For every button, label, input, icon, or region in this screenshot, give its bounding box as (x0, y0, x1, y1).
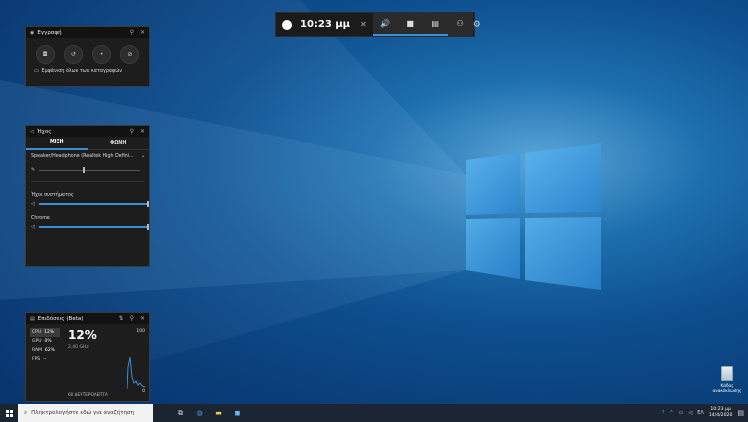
xbox-icon[interactable] (282, 19, 292, 30)
file-explorer-icon[interactable]: ▬ (209, 404, 228, 422)
clock[interactable]: 10:23 μμ 14/4/2020 (709, 407, 733, 419)
edge-icon[interactable]: ◍ (190, 404, 209, 422)
slider-thumb[interactable] (147, 201, 149, 207)
graph-min-label: 0 (142, 389, 145, 394)
capture-icon[interactable]: ■ (397, 13, 423, 36)
gallery-icon: ▭ (34, 69, 39, 74)
cpu-frequency: 2,40 GHz (68, 345, 89, 350)
clock-date: 14/4/2020 (708, 413, 733, 418)
widget-title: Ήχος (36, 128, 52, 135)
pin-icon[interactable]: ⚲ (130, 315, 134, 322)
capture-icon: ◉ (30, 29, 35, 36)
close-widgets-icon[interactable]: ✕ (360, 20, 367, 29)
metric-gpu[interactable]: GPU 0% (30, 337, 60, 346)
chevron-down-icon: ⌄ (140, 154, 145, 159)
windows-icon (5, 409, 13, 417)
close-icon[interactable]: ✕ (140, 315, 145, 322)
record-last-button[interactable]: ↺ (63, 45, 83, 64)
store-icon[interactable]: ◼ (228, 404, 247, 422)
performance-widget: ▤ Επιδόσεις (Beta) ⇅ ⚲ ✕ CPU 12% GPU 0% … (25, 312, 150, 402)
slider-fill (39, 203, 147, 205)
chrome-volume-slider[interactable]: ◁ (31, 222, 149, 232)
microphone-toggle-button[interactable]: ⊘ (120, 45, 140, 64)
show-all-captures-label: Εμφάνιση όλων των καταγραφών (41, 69, 122, 74)
audio-widget-header[interactable]: ◁ Ήχος ⚲ ✕ (26, 126, 149, 137)
pin-icon[interactable]: ⚲ (130, 29, 134, 36)
pin-icon[interactable]: ⚲ (130, 128, 134, 135)
close-icon[interactable]: ✕ (140, 128, 145, 135)
xbox-social-icon[interactable]: ⚇ (448, 13, 473, 36)
show-hidden-icons-icon[interactable]: ⌃ (669, 410, 673, 416)
audio-icon[interactable]: 🔊 (372, 13, 398, 36)
capture-widget-header[interactable]: ◉ Εγγραφή ⚲ ✕ (26, 27, 149, 38)
slider-thumb[interactable] (147, 224, 149, 230)
notification-icon[interactable]: ▤ (737, 409, 744, 417)
slider-fill (39, 226, 147, 228)
options-icon[interactable]: ⇅ (119, 315, 124, 322)
widget-title: Εγγραφή (37, 29, 62, 36)
capture-widget: ◉ Εγγραφή ⚲ ✕ ◘ ↺ • ⊘ ▭ Εμφάνιση όλων τω… (25, 26, 150, 87)
tab-mix[interactable]: ΜΙΞΗ (26, 137, 88, 150)
game-bar-time: 10:23 μμ (300, 19, 351, 30)
search-placeholder: Πληκτρολογήστε εδώ για αναζήτηση (31, 410, 135, 416)
metric-ram[interactable]: RAM 62% (30, 346, 60, 355)
volume-icon[interactable]: ◁ (688, 410, 692, 416)
start-recording-button[interactable]: • (92, 45, 112, 64)
network-icon[interactable]: ▭ (679, 410, 684, 416)
divider (31, 181, 144, 182)
task-view-icon[interactable]: ⧉ (171, 404, 190, 422)
mixer-label: Chrome (31, 216, 50, 221)
performance-icon[interactable]: ▤ (422, 13, 448, 36)
settings-icon[interactable]: ⚙ (473, 20, 481, 30)
close-icon[interactable]: ✕ (140, 29, 145, 36)
mixer-label: Ήχοι συστήματος (31, 193, 74, 198)
show-all-captures-link[interactable]: ▭ Εμφάνιση όλων των καταγραφών (26, 69, 149, 74)
audio-widget: ◁ Ήχος ⚲ ✕ ΜΙΞΗ ΦΩΝΗ Speaker/Headphone (… (25, 125, 150, 267)
muted-speaker-icon[interactable]: ✎ (31, 167, 35, 173)
widget-title: Επιδόσεις (Beta) (37, 315, 84, 322)
speaker-icon[interactable]: ◁ (31, 224, 35, 230)
tab-voice[interactable]: ΦΩΝΗ (87, 137, 149, 150)
search-icon: ⌕ (24, 409, 28, 416)
device-volume-slider[interactable]: ✎ (31, 165, 144, 175)
graph-max-label: 100 (136, 329, 145, 334)
metric-cpu[interactable]: CPU 12% (30, 328, 60, 337)
start-button[interactable] (0, 404, 18, 422)
speaker-icon[interactable]: ◁ (31, 201, 35, 207)
cpu-usage-graph (127, 356, 145, 389)
help-icon[interactable]: ? (662, 410, 665, 416)
output-device-select[interactable]: Speaker/Headphone (Realtek High Defini..… (26, 150, 149, 159)
output-device-label: Speaker/Headphone (Realtek High Defini..… (31, 154, 134, 159)
metric-fps[interactable]: FPS -- (30, 355, 60, 364)
performance-widget-header[interactable]: ▤ Επιδόσεις (Beta) ⇅ ⚲ ✕ (26, 313, 149, 324)
screenshot-button[interactable]: ◘ (35, 45, 55, 64)
slider-thumb[interactable] (83, 167, 85, 173)
recycle-bin-icon (721, 366, 733, 381)
cpu-usage-value: 12% (68, 328, 97, 342)
recycle-bin-label: Κάδος ανακύκλωσης (712, 383, 742, 393)
graph-range-label: 60 ΔΕΥΤΕΡΟΛΕΠΤΑ (68, 392, 108, 397)
language-indicator[interactable]: ΕΛ (697, 410, 704, 416)
speaker-icon: ◁ (30, 128, 34, 135)
system-sounds-volume-slider[interactable]: ◁ (31, 199, 149, 209)
performance-icon: ▤ (30, 315, 35, 322)
game-bar: 10:23 μμ ✕ 🔊 ■ ▤ ⚇ ⚙ (275, 12, 481, 37)
recycle-bin[interactable]: Κάδος ανακύκλωσης (712, 366, 742, 393)
taskbar: ⌕ Πληκτρολογήστε εδώ για αναζήτηση ⧉ ◍ ▬… (0, 404, 748, 422)
search-box[interactable]: ⌕ Πληκτρολογήστε εδώ για αναζήτηση (18, 404, 153, 422)
